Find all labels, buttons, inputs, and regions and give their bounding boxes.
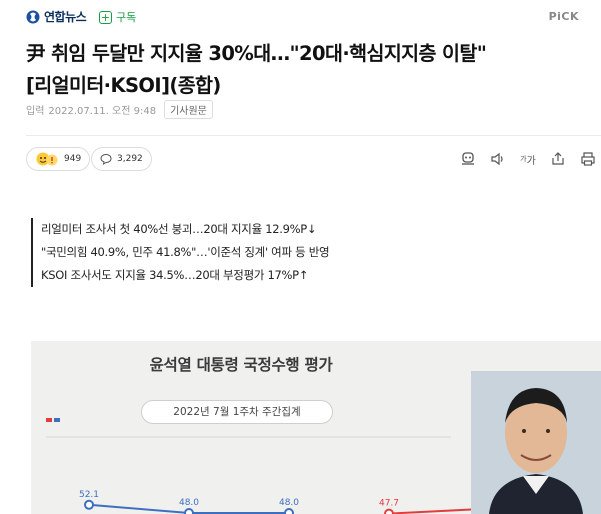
summary-line: KSOI 조사서도 지지율 34.5%…20대 부정평가 17%P↑ [41,268,309,282]
reaction-emoji-icon [36,152,58,166]
plus-icon: + [99,10,112,24]
date-prefix: 입력 [26,106,45,117]
summary-line: 리얼미터 조사서 첫 40%선 붕괴…20대 지지율 12.9%P↓ [41,222,317,236]
article-meta: 입력 2022.07.11. 오전 9:48 기사원문 [26,100,213,119]
volume-icon[interactable] [489,150,507,168]
data-label: 47.7 [379,499,399,509]
data-label: 48.0 [279,498,299,508]
data-label: 48.0 [179,498,199,508]
headline-line-1: 尹 취임 두달만 지지율 30%대…"20대·핵심지지층 이탈" [26,42,487,65]
summary-line: "국민의힘 40.9%, 민주 41.8%"…'이준석 징계' 여파 등 반영 [41,245,330,259]
comment-count: 3,292 [117,154,143,164]
comment-icon [100,153,112,165]
article-summary: 리얼미터 조사서 첫 40%선 붕괴…20대 지지율 12.9%P↓ "국민의힘… [31,218,330,287]
article-toolbar: 가가 [459,150,597,168]
chart-subtitle: 2022년 7월 1주차 주간집계 [141,400,333,424]
subscribe-label: 구독 [116,11,137,24]
article-date: 2022.07.11. 오전 9:48 [48,106,157,117]
data-point [284,508,294,514]
comment-button[interactable]: 3,292 [91,147,152,171]
share-icon[interactable] [549,150,567,168]
data-point [384,508,394,514]
chart-title: 윤석열 대통령 국정수행 평가 [149,356,333,374]
president-photo [471,371,601,514]
font-size-label: 가 [526,155,536,167]
divider [26,135,601,136]
press-logo[interactable]: 연합뉴스 [26,8,87,25]
legend-swatch-icon [46,418,60,422]
reaction-button[interactable]: 949 [26,147,91,171]
chart-image: 52.148.048.047.750.257.0 윤석열 대통령 국정수행 평가… [31,341,601,514]
original-article-button[interactable]: 기사원문 [164,100,213,119]
data-point [184,508,194,514]
data-point [84,499,94,510]
subscribe-button[interactable]: + 구독 [99,9,136,25]
headline-line-2: [리얼미터·KSOI](종합) [26,74,221,97]
reaction-count: 949 [64,154,82,164]
pick-badge: PiCK [548,10,579,23]
press-logo-icon [26,10,40,23]
data-label: 52.1 [79,490,99,500]
article-headline: 尹 취임 두달만 지지율 30%대…"20대·핵심지지층 이탈" [리얼미터·K… [26,38,586,102]
top-bar: 연합뉴스 + 구독 PiCK [0,0,601,34]
font-size-icon[interactable]: 가가 [519,150,537,168]
print-icon[interactable] [579,150,597,168]
press-name: 연합뉴스 [44,10,87,24]
audio-read-icon[interactable] [459,150,477,168]
